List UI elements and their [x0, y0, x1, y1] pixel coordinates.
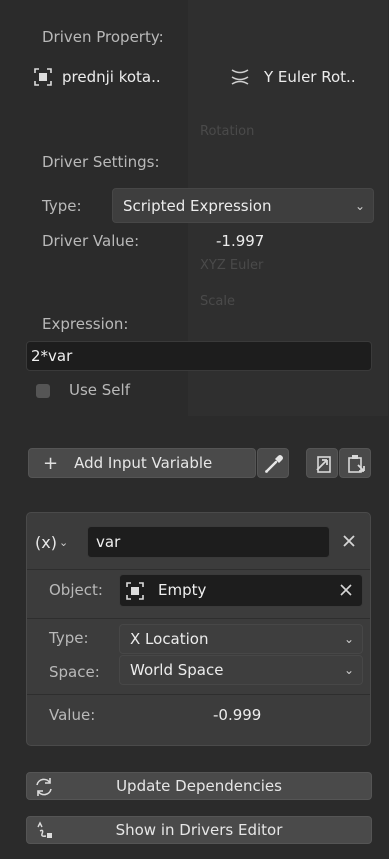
driver-type-label: Type: — [42, 197, 82, 215]
transform-type-label: Type: — [49, 629, 89, 647]
divider — [27, 569, 370, 570]
close-icon — [343, 535, 355, 547]
clear-object-button[interactable] — [338, 582, 354, 601]
copy-variables-button[interactable] — [306, 448, 338, 478]
object-icon — [126, 581, 144, 600]
variable-type-icon: (x) — [35, 532, 57, 552]
variable-type-selector[interactable]: (x) ⌄ — [35, 527, 68, 557]
driven-property-heading: Driven Property: — [42, 28, 164, 46]
paste-icon — [348, 455, 365, 473]
variable-name-input[interactable]: var — [87, 526, 330, 558]
chevron-down-icon: ⌄ — [343, 663, 354, 677]
expression-value: 2*var — [31, 346, 73, 365]
transform-space-label: Space: — [49, 663, 100, 681]
show-in-drivers-editor-button[interactable]: Show in Drivers Editor — [26, 816, 372, 844]
driver-type-value: Scripted Expression — [123, 196, 272, 215]
remove-variable-button[interactable] — [339, 531, 359, 551]
add-input-variable-label: Add Input Variable — [74, 454, 213, 472]
transform-type-dropdown[interactable]: X Location ⌄ — [119, 624, 363, 654]
variable-name: var — [96, 532, 121, 551]
expression-heading: Expression: — [42, 315, 129, 333]
plus-icon: + — [43, 452, 59, 474]
add-input-variable-button[interactable]: + Add Input Variable — [28, 448, 256, 478]
chevron-down-icon: ⌄ — [343, 632, 354, 646]
object-label: Object: — [49, 581, 103, 599]
divider — [27, 694, 370, 695]
euler-rotation-icon — [229, 66, 251, 88]
driver-settings-heading: Driver Settings: — [42, 153, 160, 171]
driven-object-name[interactable]: prednji kota.. — [62, 68, 161, 86]
chevron-down-icon: ⌄ — [354, 198, 365, 213]
object-value: Empty — [158, 581, 207, 599]
close-icon — [340, 584, 352, 596]
use-self-label: Use Self — [69, 381, 130, 399]
variable-value-label: Value: — [49, 706, 96, 724]
variable-value: -0.999 — [213, 706, 262, 724]
ghost-label-rotation: Rotation — [200, 124, 255, 139]
driver-type-dropdown[interactable]: Scripted Expression ⌄ — [112, 188, 374, 223]
divider — [27, 618, 370, 619]
driven-property-name[interactable]: Y Euler Rot.. — [264, 68, 356, 86]
copy-icon — [316, 456, 331, 473]
object-icon — [34, 68, 52, 86]
driver-value: -1.997 — [216, 232, 265, 250]
driver-value-label: Driver Value: — [42, 232, 140, 250]
chevron-down-icon: ⌄ — [58, 535, 69, 549]
show-in-drivers-editor-label: Show in Drivers Editor — [115, 821, 283, 839]
use-self-checkbox[interactable] — [36, 384, 50, 398]
ghost-label-scale: Scale — [200, 294, 235, 309]
object-field[interactable]: Empty — [119, 574, 363, 607]
transform-type-value: X Location — [130, 630, 209, 648]
update-dependencies-label: Update Dependencies — [116, 777, 282, 795]
paste-variables-button[interactable] — [339, 448, 371, 478]
ghost-label-rotation-mode: XYZ Euler — [200, 258, 264, 273]
transform-space-value: World Space — [130, 661, 224, 679]
eyedropper-icon — [265, 455, 283, 473]
eyedropper-button[interactable] — [257, 448, 289, 478]
transform-space-dropdown[interactable]: World Space ⌄ — [119, 655, 363, 685]
input-variable-panel: (x) ⌄ var Object: Empty Type: X Location… — [26, 512, 371, 746]
expression-input[interactable]: 2*var — [26, 341, 372, 371]
update-dependencies-button[interactable]: Update Dependencies — [26, 772, 372, 800]
